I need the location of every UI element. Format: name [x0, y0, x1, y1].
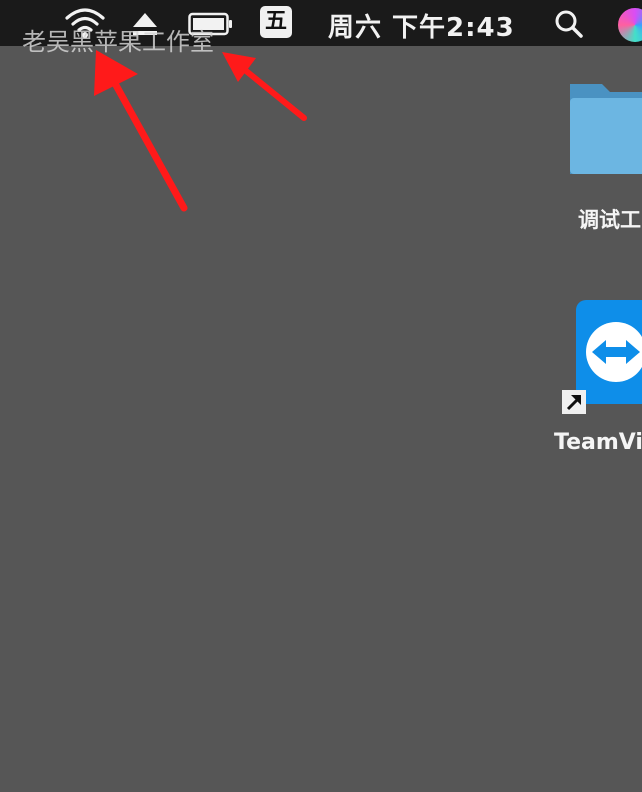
desktop-item-label[interactable]: 调试工 [578, 204, 641, 234]
teamviewer-icon[interactable] [576, 300, 642, 404]
annotation-arrow-wifi [94, 50, 188, 212]
watermark-text: 老吴黑苹果工作室 [22, 28, 214, 56]
annotation-arrows [94, 50, 307, 212]
siri-icon[interactable] [616, 6, 642, 44]
folder-icon[interactable] [566, 78, 642, 178]
search-icon[interactable] [552, 8, 586, 40]
annotation-arrow-battery [222, 52, 307, 121]
menu-clock[interactable]: 周六 下午2:43 [328, 7, 515, 44]
desktop-item-label[interactable]: TeamVi [554, 430, 642, 455]
input-method-indicator[interactable]: 五 [260, 6, 292, 38]
alias-arrow-icon [562, 390, 586, 414]
